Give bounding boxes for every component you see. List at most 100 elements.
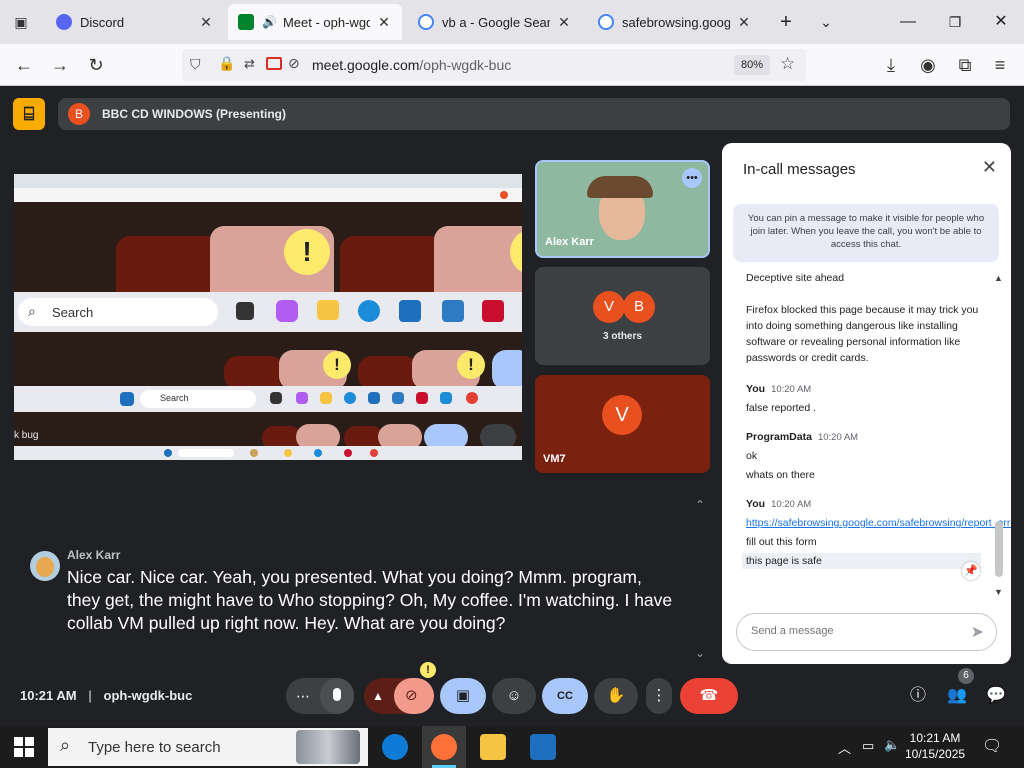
downloads-icon[interactable]: ⤓ [878,52,904,78]
presenter-banner: B BBC CD WINDOWS (Presenting) [58,98,1010,130]
participant-tile-vm7[interactable]: V VM7 [535,375,710,473]
scroll-down-icon[interactable]: ▼ [994,587,1003,597]
chat-message: Deceptive site ahead [746,270,981,286]
edge-icon [358,300,380,322]
close-tab-icon[interactable]: ✕ [376,14,392,31]
show-hidden-icons-chevron[interactable]: ︿ [838,738,851,757]
participant-tile-alex-karr[interactable]: ••• Alex Karr [535,160,710,258]
warning-icon: ! [284,229,330,275]
chat-message-list: Deceptive site ahead Firefox blocked thi… [722,269,1011,589]
notifications-icon[interactable]: 🗨 [982,736,1002,756]
firefox-taskbar-button[interactable] [422,726,466,768]
tab-overview-icon[interactable]: ▣ [8,9,34,35]
more-options-icon[interactable]: ••• [682,168,702,188]
meeting-details-button[interactable]: ⓘ [904,678,932,714]
info-icon: ⓘ [909,687,926,704]
file-explorer-icon[interactable] [480,734,506,760]
tab-meet[interactable]: 🔊 Meet - oph-wgdk-b ✕ [228,4,402,40]
screen-share-icon[interactable] [266,57,282,70]
mic-button[interactable] [320,678,354,714]
network-icon[interactable]: ▭ [862,738,874,754]
reactions-button[interactable]: ☺ [492,678,536,714]
present-button[interactable]: ▣ [440,678,486,714]
permissions-icon[interactable]: ⇄ [244,56,255,72]
close-window-button[interactable]: ✕ [986,8,1016,36]
more-options-button[interactable]: ⋮ [646,678,672,714]
back-button[interactable]: ← [11,52,37,78]
video-settings-chevron-icon[interactable]: ▲ [372,678,384,714]
participant-avatar: B [623,291,655,323]
new-tab-button[interactable]: + [771,8,801,36]
message-time: 10:20 AM [771,384,812,395]
camera-blocked-icon[interactable]: ⊘ [288,55,300,72]
leave-call-button[interactable]: ☎ [680,678,738,714]
caption-scroll-up-icon[interactable]: ⌃ [695,498,705,512]
send-message-field[interactable] [751,625,961,637]
raise-hand-button[interactable]: ✋ [594,678,638,714]
chat-scrollbar[interactable]: ▲ ▼ [994,273,1004,599]
close-tab-icon[interactable]: ✕ [736,14,752,31]
meeting-info-divider: | [88,688,92,703]
meeting-time: 10:21 AM [20,688,77,703]
chat-pin-info: You can pin a message to make it visible… [733,204,999,262]
edge-icon[interactable] [382,734,408,760]
tab-discord[interactable]: Discord ✕ [46,4,224,40]
message-text: false reported . [746,402,817,414]
file-explorer-icon [320,392,332,404]
reload-button[interactable]: ↻ [83,52,109,78]
message-text: fill out this form [746,536,817,548]
caption-scroll-down-icon[interactable]: ⌄ [695,646,705,660]
close-tab-icon[interactable]: ✕ [556,14,572,31]
message-link[interactable]: https://safebrowsing.google.com/safebrow… [746,515,1011,531]
meet-logo-icon: ⌸ [13,98,45,130]
people-button[interactable]: 👥 6 [942,668,974,714]
close-icon[interactable]: ✕ [982,157,997,178]
taskbar-search-box[interactable]: ⌕ Type here to search [48,728,368,766]
tab-list-chevron-icon[interactable]: ⌄ [811,8,841,36]
others-count-label: 3 others [603,331,642,342]
volume-muted-icon[interactable]: 🔈 [884,737,900,753]
system-clock[interactable]: 10:21 AM 10/15/2025 [905,730,965,762]
scroll-up-icon[interactable]: ▲ [994,273,1003,283]
app-icon [392,392,404,404]
lock-icon[interactable]: 🔒 [218,55,235,72]
message-text: whats on there [746,469,815,481]
account-icon[interactable]: ◉ [915,52,941,78]
tab-safebrowsing[interactable]: safebrowsing.google.co ✕ [588,4,762,40]
minimize-button[interactable]: — [893,8,923,36]
pin-message-icon[interactable]: 📌 [962,562,980,580]
extensions-icon[interactable]: ⧉ [952,52,978,78]
close-tab-icon[interactable]: ✕ [198,14,214,31]
chat-message-input[interactable]: ➤ [736,613,997,651]
participant-tile-others[interactable]: V B 3 others [535,267,710,365]
captions-button[interactable]: CC [542,678,588,714]
firefox-icon [431,734,457,760]
tab-google-search[interactable]: vb a - Google Search ✕ [408,4,582,40]
forward-button[interactable]: → [47,52,73,78]
camera-off-button[interactable]: ⊘ [394,678,434,714]
zoom-level[interactable]: 80% [734,55,770,75]
tab-title: vb a - Google Search [442,14,550,30]
outlook-icon [440,392,452,404]
windows-taskbar: ⌕ Type here to search ︿ ▭ 🔈 10:21 AM 10/… [0,726,1024,768]
windows-icon [164,449,172,457]
maximize-button[interactable]: ❐ [940,8,970,36]
shared-record-icon [500,191,508,199]
bookmark-star-icon[interactable]: ☆ [780,54,795,74]
search-icon: ⌕ [60,735,71,755]
shared-block [224,356,284,390]
store-icon[interactable] [530,734,556,760]
chat-icon: 💬 [986,687,1006,704]
shield-icon[interactable]: ⛉ [190,56,201,73]
send-icon[interactable]: ➤ [971,622,984,642]
meeting-code: oph-wgdk-buc [103,688,193,703]
address-bar[interactable]: ⛉ 🔒 ⇄ ⊘ meet.google.com/oph-wgdk-buc 80%… [182,49,806,81]
audio-settings-icon[interactable]: ⋯ [296,678,310,714]
chat-message: You 10:20 AM https://safebrowsing.google.… [742,496,1011,569]
chat-scroll-thumb[interactable] [995,521,1003,577]
speaker-icon[interactable]: 🔊 [262,15,277,29]
start-button[interactable] [14,737,34,757]
chat-button[interactable]: 💬 [982,678,1010,714]
shared-block [358,356,418,390]
menu-icon[interactable]: ≡ [987,52,1013,78]
